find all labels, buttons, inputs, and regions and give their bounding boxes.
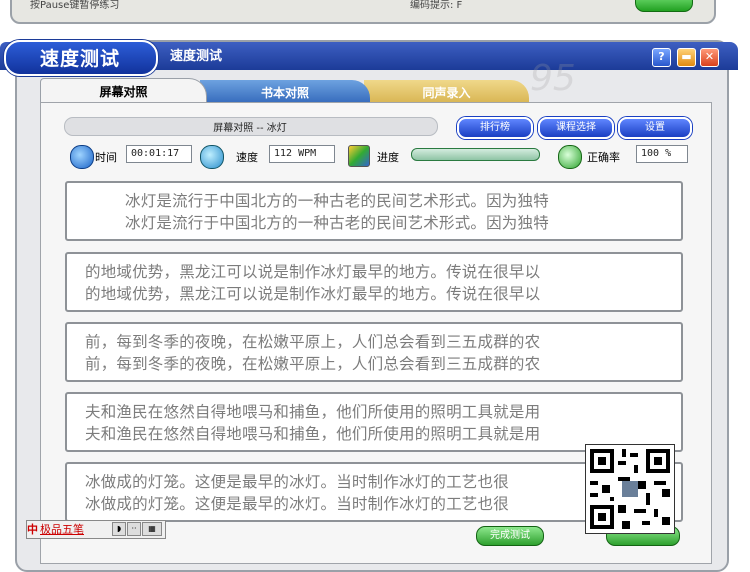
qr-code — [585, 444, 675, 534]
tab-screen-compare[interactable]: 屏幕对照 — [40, 78, 207, 105]
ime-logo-icon[interactable]: 中 — [27, 521, 39, 536]
accuracy-value: 100 % — [636, 145, 688, 163]
typed-text-line[interactable]: 前，每到冬季的夜晚，在松嫩平原上，人们总会看到三五成群的农 — [67, 352, 681, 374]
help-button[interactable]: ? — [652, 48, 671, 67]
text-block[interactable]: 夫和渔民在悠然自得地喂马和捕鱼，他们所使用的照明工具就是用 夫和渔民在悠然自得地… — [65, 392, 683, 452]
keyboard-icon[interactable]: ▦ — [142, 522, 162, 536]
minimize-button[interactable]: ▬ — [677, 48, 696, 67]
finish-test-button[interactable]: 完成测试 — [476, 526, 544, 546]
speed-label: 速度 — [236, 151, 258, 164]
course-select-button[interactable]: 课程选择 — [538, 117, 614, 139]
text-block[interactable]: 前，每到冬季的夜晚，在松嫩平原上，人们总会看到三五成群的农 前，每到冬季的夜晚，… — [65, 322, 683, 382]
punctuation-icon[interactable]: ·· — [127, 522, 141, 536]
original-text-line: 的地域优势，黑龙江可以说是制作冰灯最早的地方。传说在很早以 — [85, 263, 541, 281]
typed-text-line[interactable]: 夫和渔民在悠然自得地喂马和捕鱼，他们所使用的照明工具就是用 — [67, 422, 681, 444]
ime-name[interactable]: 极品五笔 — [40, 521, 84, 537]
original-text-line: 冰灯是流行于中国北方的一种古老的民间艺术形式。因为独特 — [125, 192, 549, 210]
info-bar-text: 屏幕对照 -- 冰灯 — [213, 123, 287, 134]
accuracy-icon — [558, 145, 582, 169]
previous-hint-text: 按Pause键暂停练习 — [30, 0, 120, 11]
progress-bar — [411, 148, 540, 161]
typed-text-line[interactable]: 的地域优势，黑龙江可以说是制作冰灯最早的地方。传说在很早以 — [67, 282, 681, 304]
previous-window-button[interactable] — [635, 0, 693, 12]
time-label: 时间 — [95, 151, 117, 164]
window-title: 速度测试 — [170, 49, 223, 64]
settings-button[interactable]: 设置 — [618, 117, 692, 139]
app-tab-label: 速度测试 — [40, 48, 121, 70]
typed-text-line[interactable]: 冰灯是流行于中国北方的一种古老的民间艺术形式。因为独特 — [67, 211, 681, 233]
moon-icon[interactable]: ◗ — [112, 522, 126, 536]
rank-button[interactable]: 排行榜 — [457, 117, 533, 139]
accuracy-label: 正确率 — [587, 151, 620, 164]
original-text-line: 夫和渔民在悠然自得地喂马和捕鱼，他们所使用的照明工具就是用 — [85, 403, 541, 421]
progress-icon — [348, 145, 370, 167]
clock-icon — [70, 145, 94, 169]
original-text-line: 前，每到冬季的夜晚，在松嫩平原上，人们总会看到三五成群的农 — [85, 333, 541, 351]
speed-value: 112 WPM — [269, 145, 335, 163]
speedometer-icon — [200, 145, 224, 169]
close-button[interactable]: ✕ — [700, 48, 719, 67]
time-value: 00:01:17 — [126, 145, 192, 163]
text-block[interactable]: 冰灯是流行于中国北方的一种古老的民间艺术形式。因为独特 冰灯是流行于中国北方的一… — [65, 181, 683, 241]
previous-tip-text: 编码提示: F — [410, 0, 463, 11]
text-block[interactable]: 的地域优势，黑龙江可以说是制作冰灯最早的地方。传说在很早以 的地域优势，黑龙江可… — [65, 252, 683, 312]
progress-label: 进度 — [377, 151, 399, 164]
